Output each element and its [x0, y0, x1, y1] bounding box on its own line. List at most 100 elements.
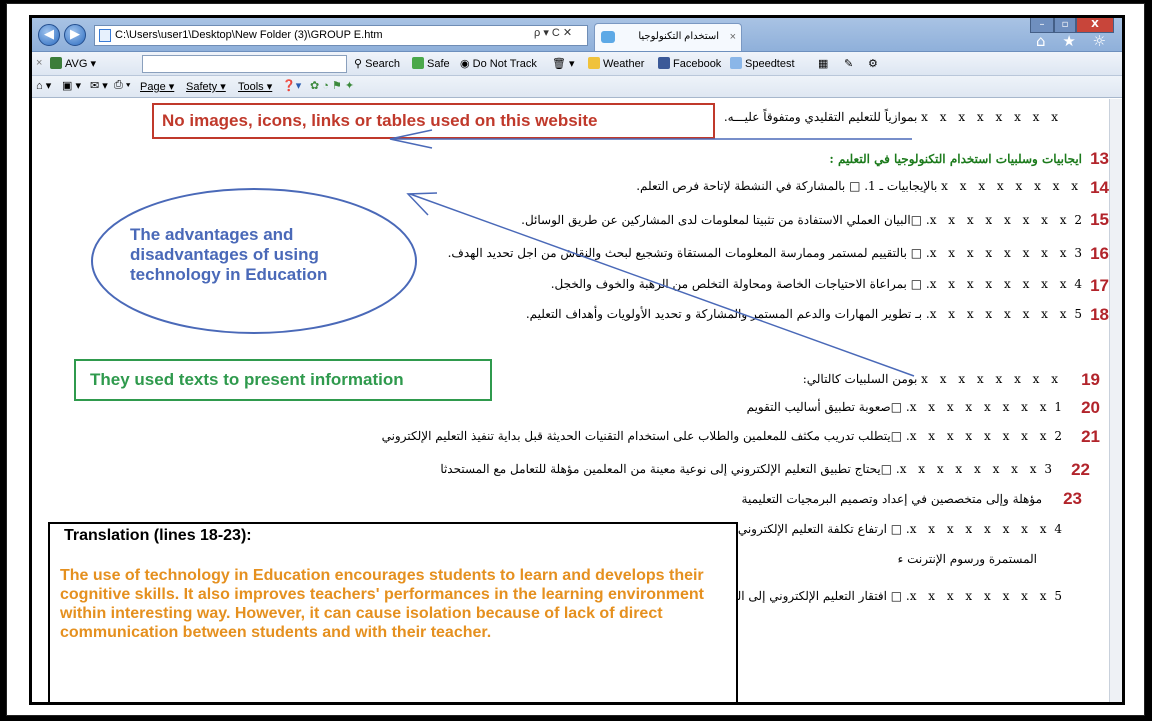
help-icon[interactable]: ❓▾ — [282, 79, 301, 92]
maximize-button[interactable]: ▫ — [1054, 18, 1076, 33]
back-icon[interactable]: ◀ — [38, 24, 60, 46]
text-line: x x x x x x x x بومن السلبيات كالتالي: — [803, 372, 1062, 386]
annotation-oval-label: The advantages and disadvantages of usin… — [130, 225, 328, 284]
forward-icon[interactable]: ▶ — [64, 24, 86, 46]
settings-icon[interactable]: ⚙ — [868, 57, 878, 70]
text-line: x x x x x x x x 4. □ ارتفاع تكلفة التعلي… — [681, 522, 1062, 536]
page-content: x x x x x x x x بموازياً للتعليم التقليد… — [32, 99, 1112, 702]
facebook-icon — [658, 57, 670, 69]
line-number: 22 — [1071, 460, 1090, 479]
line-text: بالإيجابيات ـ 1. □ بالمشاركة في النشطة ل… — [636, 179, 938, 193]
mail-icon[interactable]: ✉ ▾ — [90, 79, 108, 92]
bullet-dots: x x x x x x x x — [929, 277, 1071, 291]
line-text: بومن السلبيات كالتالي: — [802, 372, 918, 386]
annotation-texts-used: They used texts to present information — [74, 359, 492, 401]
tab-active[interactable]: استخدام التكنولوجيا في التعليم × — [594, 23, 742, 68]
trash-dropdown[interactable]: 🗑 ▾ — [552, 57, 575, 70]
notepad-icon[interactable]: ✎ — [844, 57, 853, 70]
search-icon: ⚲ — [354, 58, 366, 70]
tab-favicon-icon — [601, 31, 615, 43]
line-number: 17 — [1090, 276, 1109, 295]
line-number: 15 — [1090, 210, 1109, 229]
search-label: Search — [365, 58, 400, 70]
facebook-label: Facebook — [673, 58, 722, 70]
bullet-dots: x x x x x x x x — [929, 246, 1071, 260]
avg-toolbar: × AVG ▾ ⚲ Search Safe ◉ Do Not Track 🗑 ▾… — [32, 52, 1122, 76]
tab-close-icon[interactable]: × — [730, 24, 736, 50]
text-line: x x x x x x x x بالإيجابيات ـ 1. □ بالمش… — [636, 179, 1082, 193]
toolbar-close-icon[interactable]: × — [36, 57, 42, 69]
bullet-dots: x x x x x x x x — [909, 589, 1051, 603]
do-not-track-label: Do Not Track — [472, 58, 537, 70]
translation-body: The use of technology in Education encou… — [60, 567, 705, 641]
weather-icon — [588, 57, 600, 69]
text-line: x x x x x x x x 4. □ بمراعاة الاحتياجات … — [551, 277, 1082, 291]
vertical-scrollbar[interactable] — [1109, 99, 1122, 702]
line-number: 14 — [1090, 178, 1109, 197]
address-tools[interactable]: ρ ▾ C ✕ — [534, 26, 572, 39]
address-text: C:\Users\user1\Desktop\New Folder (3)\GR… — [115, 29, 383, 41]
line-number: 19 — [1081, 370, 1100, 389]
bullet-dots: x x x x x x x x — [909, 522, 1051, 536]
translation-title: Translation (lines 18-23): — [64, 527, 252, 544]
do-not-track-button[interactable]: ◉ Do Not Track — [460, 57, 537, 70]
bullet-dots: x x x x x x x x — [929, 307, 1071, 321]
avg-label: AVG ▾ — [65, 58, 96, 70]
eye-icon: ◉ — [460, 58, 473, 70]
line-number: 18 — [1090, 305, 1109, 324]
text-line: x x x x x x x x 3. □ بالتقييم لمستمر ومم… — [448, 246, 1082, 260]
text-line: x x x x x x x x 2. □البيان العملي الاستف… — [521, 213, 1082, 227]
shield-icon — [412, 57, 424, 69]
text-line: المستمرة ورسوم الإنترنت ء — [897, 552, 1037, 566]
feeds-icon[interactable]: ▣ ▾ — [62, 79, 81, 92]
screenshot-frame: ◀ ▶ C:\Users\user1\Desktop\New Folder (3… — [6, 3, 1145, 716]
addon-icon[interactable]: ✿ ◔ ⚑ ✦ — [310, 79, 354, 92]
facebook-button[interactable]: Facebook — [658, 57, 721, 70]
tools-menu[interactable]: Tools ▾ — [238, 80, 272, 93]
translation-box: Translation (lines 18-23): The use of te… — [48, 522, 738, 702]
bullet-dots: x x x x x x x x — [909, 400, 1051, 414]
weather-label: Weather — [603, 58, 645, 70]
weather-button[interactable]: Weather — [588, 57, 644, 70]
home-icon[interactable]: ⌂ ▾ — [36, 79, 51, 92]
line-number: 13 — [1090, 149, 1109, 168]
home-favorites-settings-icons[interactable]: ⌂ ★ ☼ — [1036, 32, 1112, 50]
minimize-button[interactable]: – — [1030, 18, 1054, 33]
line-number: 16 — [1090, 244, 1109, 263]
bullet-dots: x x x x x x x x — [941, 179, 1082, 193]
safety-menu[interactable]: Safety ▾ — [186, 80, 226, 93]
browser-window: ◀ ▶ C:\Users\user1\Desktop\New Folder (3… — [29, 15, 1125, 705]
bullet-dots: x x x x x x x x — [929, 213, 1071, 227]
print-icon[interactable]: ⎙ ▾ — [114, 79, 130, 92]
text-line: x x x x x x x x 2. □يتطلب تدريب مكثف للم… — [382, 429, 1062, 443]
annotation-no-images: No images, icons, links or tables used o… — [152, 103, 715, 139]
text-line: مؤهلة وإلى متخصصين في إعداد وتصميم البرم… — [741, 492, 1042, 506]
speedtest-icon — [730, 57, 742, 69]
speedtest-button[interactable]: Speedtest — [730, 57, 795, 70]
address-input[interactable]: C:\Users\user1\Desktop\New Folder (3)\GR… — [94, 25, 588, 46]
command-bar: ⌂ ▾ ▣ ▾ ✉ ▾ ⎙ ▾ Page ▾ Safety ▾ Tools ▾ … — [32, 76, 1122, 98]
safe-button[interactable]: Safe — [412, 57, 450, 70]
arrow-head-diagonal — [406, 192, 438, 216]
safe-label: Safe — [427, 58, 450, 70]
text-line-prev: x x x x x x x x بموازياً للتعليم التقليد… — [724, 110, 1062, 124]
section-heading: ايجابيات وسلبيات استخدام التكنولوجيا في … — [829, 152, 1082, 166]
address-bar-row: ◀ ▶ C:\Users\user1\Desktop\New Folder (3… — [32, 18, 1122, 68]
bullet-dots: x x x x x x x x — [921, 110, 1062, 124]
text-line: x x x x x x x x 3. □يحتاج تطبيق التعليم … — [440, 462, 1052, 476]
avg-logo-icon — [50, 57, 62, 69]
line-number: 20 — [1081, 398, 1100, 417]
avg-menu[interactable]: AVG ▾ — [50, 57, 96, 70]
line-number: 21 — [1081, 427, 1100, 446]
page-menu[interactable]: Page ▾ — [140, 80, 174, 93]
page-icon — [99, 29, 111, 42]
close-button[interactable]: X — [1076, 18, 1114, 33]
text-line: x x x x x x x x 1. □صعوبة تطبيق أساليب ا… — [747, 400, 1062, 414]
bullet-dots: x x x x x x x x — [909, 429, 1051, 443]
text-line: x x x x x x x x 5. بـ تطوير المهارات وال… — [526, 307, 1082, 321]
avg-search-input[interactable] — [142, 55, 347, 73]
speedtest-label: Speedtest — [745, 58, 795, 70]
search-button[interactable]: ⚲ Search — [354, 57, 400, 70]
calculator-icon[interactable]: ▦ — [818, 57, 828, 70]
line-text: بموازياً للتعليم التقليدي ومتفوقاً عليــ… — [723, 110, 918, 124]
